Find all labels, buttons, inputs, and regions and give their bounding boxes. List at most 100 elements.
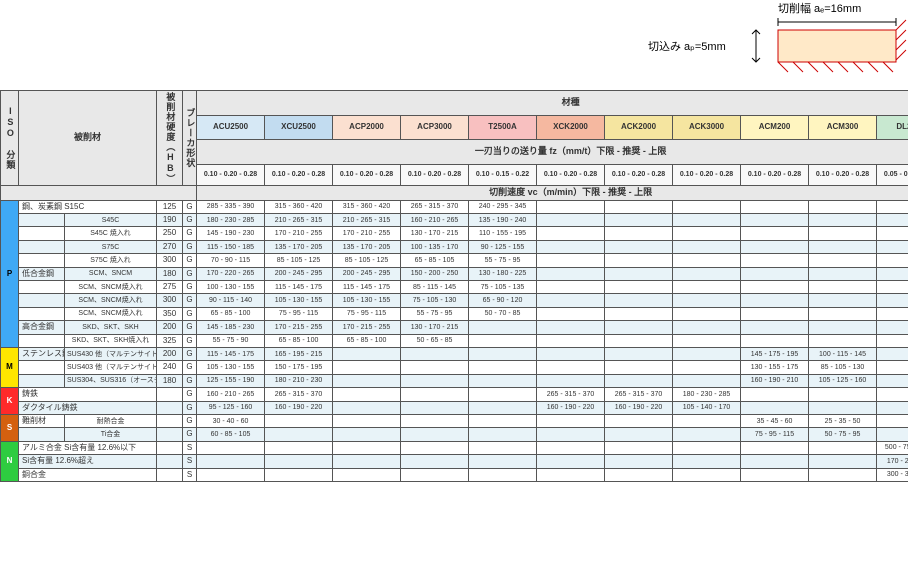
material-name: SUS430 他（マルテンサイト／フェライト系）: [65, 347, 157, 360]
speed-value: 25 - 35 - 50: [809, 414, 877, 427]
speed-value: 180 - 230 - 285: [197, 214, 265, 227]
hardness-value: 325: [157, 334, 183, 347]
grade-header: T2500A: [469, 116, 537, 139]
speed-value: [469, 455, 537, 468]
speed-value: [877, 428, 908, 441]
speed-value: 55 - 75 - 95: [469, 254, 537, 267]
speed-value: [401, 374, 469, 387]
material-group: [19, 214, 65, 227]
speed-value: [537, 321, 605, 334]
speed-value: 170 - 210 - 255: [333, 227, 401, 240]
speed-value: [537, 374, 605, 387]
material-name: 銅合金: [19, 468, 157, 481]
speed-value: 145 - 185 - 230: [197, 321, 265, 334]
speed-value: 100 - 135 - 170: [401, 240, 469, 253]
speed-value: [673, 414, 741, 427]
grade-header: ACK2000: [605, 116, 673, 139]
speed-value: 105 - 130 - 155: [333, 294, 401, 307]
speed-value: 60 - 85 - 105: [197, 428, 265, 441]
material-group: [19, 281, 65, 294]
speed-value: 145 - 190 - 230: [197, 227, 265, 240]
speed-value: [469, 388, 537, 401]
speed-value: [265, 414, 333, 427]
speed-value: [605, 307, 673, 320]
speed-value: [741, 334, 809, 347]
speed-header: 切削速度 vc（m/min）下限 - 推奨 - 上限: [197, 186, 908, 201]
speed-value: 315 - 360 - 420: [265, 200, 333, 213]
material-name: SKD、SKT、SKH焼入れ: [65, 334, 157, 347]
breaker-value: S: [183, 441, 197, 454]
material-name: SCM、SNCM焼入れ: [65, 294, 157, 307]
material-group: [19, 254, 65, 267]
speed-value: [537, 227, 605, 240]
speed-value: 170 - 220 - 265: [197, 267, 265, 280]
breaker-value: G: [183, 214, 197, 227]
speed-value: [673, 334, 741, 347]
speed-value: [877, 321, 908, 334]
hardness-value: 300: [157, 254, 183, 267]
speed-value: [877, 414, 908, 427]
material-group: [19, 307, 65, 320]
speed-value: [809, 468, 877, 481]
material-name: S75C: [65, 240, 157, 253]
speed-value: [469, 347, 537, 360]
grade-header: ACK3000: [673, 116, 741, 139]
speed-value: 90 - 115 - 140: [197, 294, 265, 307]
iso-category: S: [1, 414, 19, 441]
speed-value: 100 - 130 - 155: [197, 281, 265, 294]
speed-value: [333, 347, 401, 360]
speed-value: 95 - 125 - 160: [197, 401, 265, 414]
speed-value: [673, 468, 741, 481]
speed-value: 265 - 315 - 370: [401, 200, 469, 213]
table-row: Si含有量 12.6%超えS170 - 200 - 250: [1, 455, 908, 468]
table-row: 高合金鋼SKD、SKT、SKH200G145 - 185 - 230170 - …: [1, 321, 908, 334]
iso-category: P: [1, 200, 19, 347]
table-row: SKD、SKT、SKH焼入れ325G55 - 75 - 9065 - 85 - …: [1, 334, 908, 347]
speed-value: 75 - 95 - 115: [333, 307, 401, 320]
speed-value: [197, 468, 265, 481]
speed-value: [401, 401, 469, 414]
speed-value: 50 - 70 - 85: [469, 307, 537, 320]
speed-value: [673, 361, 741, 374]
material-group: [19, 374, 65, 387]
hardness-value: 180: [157, 267, 183, 280]
table-row: K鋳鉄G160 - 210 - 265265 - 315 - 370265 - …: [1, 388, 908, 401]
grade-header: XCK2000: [537, 116, 605, 139]
speed-value: [809, 227, 877, 240]
speed-value: [605, 254, 673, 267]
speed-value: 65 - 85 - 100: [265, 334, 333, 347]
speed-value: [537, 200, 605, 213]
speed-value: [673, 321, 741, 334]
breaker-value: G: [183, 321, 197, 334]
iso-category: N: [1, 441, 19, 481]
speed-value: [741, 200, 809, 213]
speed-value: [605, 441, 673, 454]
speed-value: 65 - 85 - 100: [333, 334, 401, 347]
speed-value: [877, 214, 908, 227]
material-name: 耐熱合金: [65, 414, 157, 427]
table-row: S75C 焼入れ300G70 - 90 - 11585 - 105 - 1258…: [1, 254, 908, 267]
speed-value: [673, 347, 741, 360]
speed-value: [877, 294, 908, 307]
speed-value: 165 - 195 - 215: [265, 347, 333, 360]
speed-value: 105 - 130 - 155: [197, 361, 265, 374]
breaker-header: ブレーカ形状: [183, 91, 197, 186]
material-group: [19, 240, 65, 253]
grade-header: ACM300: [809, 116, 877, 139]
speed-value: [877, 334, 908, 347]
speed-value: 210 - 265 - 315: [333, 214, 401, 227]
material-group: 低合金鋼: [19, 267, 65, 280]
speed-value: [537, 267, 605, 280]
speed-value: [537, 214, 605, 227]
speed-value: [469, 428, 537, 441]
speed-value: [673, 455, 741, 468]
speed-value: [469, 468, 537, 481]
feed-value: 0.10 - 0.20 - 0.28: [673, 165, 741, 186]
speed-value: 85 - 105 - 130: [809, 361, 877, 374]
speed-value: 160 - 190 - 220: [605, 401, 673, 414]
speed-value: 100 - 115 - 145: [809, 347, 877, 360]
speed-value: [265, 468, 333, 481]
speed-value: [741, 227, 809, 240]
speed-value: [537, 307, 605, 320]
speed-value: [809, 388, 877, 401]
